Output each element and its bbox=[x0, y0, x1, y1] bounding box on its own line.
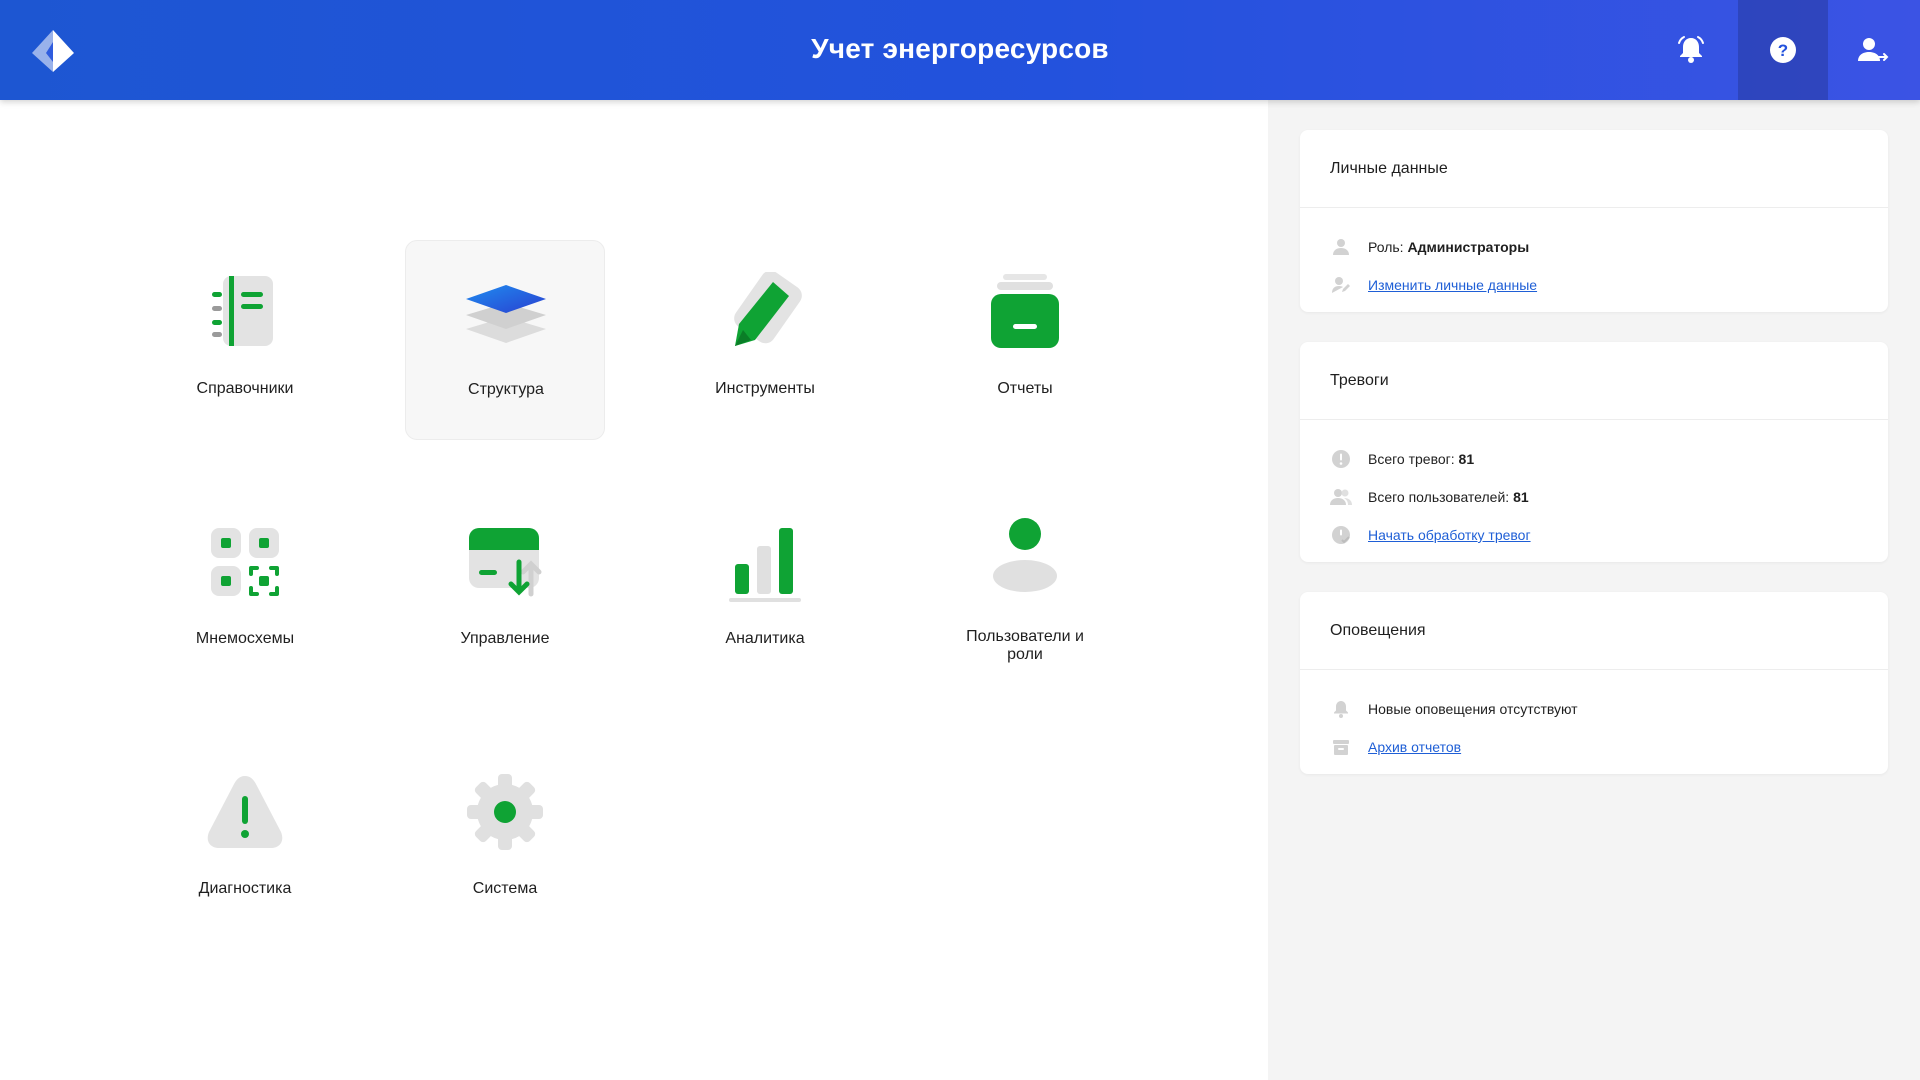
reports-archive-link[interactable]: Архив отчетов bbox=[1368, 739, 1461, 755]
app-logo[interactable] bbox=[30, 28, 76, 74]
user-icon bbox=[1330, 237, 1352, 257]
tile-diagnostics[interactable]: Диагностика bbox=[145, 740, 345, 940]
help-button[interactable]: ? bbox=[1738, 0, 1828, 100]
users-icon bbox=[993, 518, 1057, 592]
tile-tools[interactable]: Инструменты bbox=[665, 240, 865, 440]
analytics-icon bbox=[729, 528, 801, 602]
card-title: Оповещения bbox=[1300, 592, 1888, 670]
total-users-row: Всего пользователей: 81 bbox=[1330, 478, 1858, 516]
help-icon: ? bbox=[1770, 37, 1796, 63]
total-alarms-row: Всего тревог: 81 bbox=[1330, 440, 1858, 478]
control-icon bbox=[469, 528, 542, 597]
alert-circle-icon bbox=[1330, 449, 1352, 469]
tile-mnemonic[interactable]: Мнемосхемы bbox=[145, 490, 345, 690]
alert-check-icon bbox=[1330, 525, 1352, 545]
app-title: Учет энергоресурсов bbox=[811, 33, 1109, 64]
bell-icon bbox=[1678, 36, 1704, 63]
tile-label: Структура bbox=[468, 381, 544, 398]
tile-label: Справочники bbox=[196, 380, 294, 397]
edit-row: Изменить личные данные bbox=[1330, 266, 1858, 304]
tile-label: Диагностика bbox=[198, 880, 292, 897]
notifications-button[interactable] bbox=[1646, 0, 1736, 100]
tile-label: Аналитика bbox=[725, 630, 805, 647]
tile-system[interactable]: Система bbox=[405, 740, 605, 940]
archive-icon bbox=[1330, 737, 1352, 757]
tile-analytics[interactable]: Аналитика bbox=[665, 490, 865, 690]
user-login-icon bbox=[1858, 38, 1889, 61]
tile-label: Пользователи и роли bbox=[966, 628, 1084, 663]
personal-data-card: Личные данные Роль: Администраторы Измен… bbox=[1300, 130, 1888, 312]
reports-icon bbox=[991, 274, 1059, 348]
directory-icon bbox=[212, 276, 273, 346]
svg-text:?: ? bbox=[1778, 41, 1788, 60]
tile-label: Система bbox=[472, 880, 538, 897]
role-row: Роль: Администраторы bbox=[1330, 228, 1858, 266]
card-title: Тревоги bbox=[1300, 342, 1888, 420]
tile-label: Отчеты bbox=[997, 380, 1053, 397]
user-login-button[interactable] bbox=[1828, 0, 1918, 100]
card-title: Личные данные bbox=[1300, 130, 1888, 208]
gear-icon bbox=[467, 774, 543, 850]
alarms-card: Тревоги Всего тревог: 81 Всего пользоват… bbox=[1300, 342, 1888, 562]
tile-users-roles[interactable]: Пользователи и роли bbox=[925, 490, 1125, 690]
mnemonic-icon bbox=[211, 528, 279, 596]
tile-structure[interactable]: Структура bbox=[405, 240, 605, 440]
tile-directories[interactable]: Справочники bbox=[145, 240, 345, 440]
top-bar: Учет энергоресурсов ? bbox=[0, 0, 1920, 100]
archive-row: Архив отчетов bbox=[1330, 728, 1858, 766]
process-row: Начать обработку тревог bbox=[1330, 516, 1858, 554]
warning-icon bbox=[207, 776, 283, 848]
notifications-card: Оповещения Новые оповещения отсутствуют … bbox=[1300, 592, 1888, 774]
layers-icon bbox=[466, 285, 546, 343]
user-edit-icon bbox=[1330, 275, 1352, 295]
no-notifications-row: Новые оповещения отсутствуют bbox=[1330, 690, 1858, 728]
edit-personal-data-link[interactable]: Изменить личные данные bbox=[1368, 277, 1537, 293]
tile-label: Инструменты bbox=[715, 380, 815, 397]
tile-reports[interactable]: Отчеты bbox=[925, 240, 1125, 440]
tile-control[interactable]: Управление bbox=[405, 490, 605, 690]
bell-icon bbox=[1330, 699, 1352, 719]
pencil-icon bbox=[734, 272, 802, 346]
tile-label: Управление bbox=[460, 630, 550, 647]
start-alarm-processing-link[interactable]: Начать обработку тревог bbox=[1368, 527, 1531, 543]
tile-label: Мнемосхемы bbox=[195, 630, 295, 647]
users-group-icon bbox=[1330, 487, 1352, 507]
